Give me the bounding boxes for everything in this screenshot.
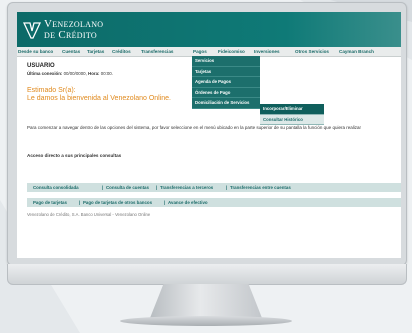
- dropdown-item-servicios[interactable]: Servicios: [192, 56, 260, 67]
- link-consulta-de-cuentas[interactable]: Consulta de cuentas: [106, 183, 149, 192]
- menu-item-cayman-branch[interactable]: Cayman Branch: [339, 49, 374, 54]
- monitor-stand: [150, 284, 262, 318]
- brand-line2: de Crédito: [44, 29, 97, 41]
- dropdown-item-ordenes-de-pago[interactable]: Órdenes de Pago: [192, 88, 260, 98]
- submenu-item-consultar-historico[interactable]: Consultar Histórico: [260, 114, 324, 125]
- menu-item-desde-su-banco[interactable]: Desde su banco: [18, 49, 53, 54]
- monitor-chin: [7, 264, 407, 285]
- menu-item-fideicomiso[interactable]: Fideicomiso: [218, 49, 245, 54]
- dropdown-item-domiciliacion[interactable]: Domiciliación de Servicios: [192, 98, 260, 109]
- separator: |: [79, 200, 81, 205]
- link-transferencias-entre-cuentas[interactable]: Transferencias entre cuentas: [230, 183, 291, 192]
- dropdown-item-tarjetas[interactable]: Tarjetas: [192, 67, 260, 77]
- link-consulta-consolidada[interactable]: Consulta consolidada: [33, 183, 79, 192]
- quick-access-title: Acceso directo a sus principales consult…: [27, 153, 122, 158]
- greeting-welcome: Le damos la bienvenida al Venezolano Onl…: [27, 95, 171, 102]
- menu-item-creditos[interactable]: Créditos: [112, 49, 131, 54]
- menu-item-otros-servicios[interactable]: Otros Servicios: [295, 49, 329, 54]
- separator: |: [226, 185, 228, 190]
- user-heading: USUARIO: [27, 63, 55, 69]
- link-avance-de-efectivo[interactable]: Avance de efectivo: [168, 198, 208, 207]
- link-transferencias-a-terceros[interactable]: Transferencias a terceros: [160, 183, 213, 192]
- screen: Venezolano de Crédito Desde su banco Cue…: [17, 12, 401, 258]
- quick-access-row-1: Consulta consolidada | Consulta de cuent…: [27, 183, 401, 192]
- separator: |: [164, 200, 166, 205]
- submenu-item-incorporar-eliminar[interactable]: Incorporar/Eliminar: [260, 104, 324, 115]
- menu-item-transferencias[interactable]: Transferencias: [141, 49, 173, 54]
- domiciliacion-submenu: Incorporar/Eliminar Consultar Histórico: [260, 104, 324, 125]
- hora-value: 00:00.: [100, 71, 113, 76]
- link-pago-tarjetas-otros-bancos[interactable]: Pago de tarjetas de otros bancos: [83, 198, 152, 207]
- menu-item-tarjetas[interactable]: Tarjetas: [87, 49, 104, 54]
- last-connection: Última conexión: 00/00/0000, Hora: 00:00…: [27, 71, 113, 76]
- last-conn-date: 00/00/0000,: [63, 71, 87, 76]
- separator: |: [102, 185, 104, 190]
- pagos-dropdown: Servicios Tarjetas Agenda de Pagos Órden…: [192, 56, 260, 109]
- page-footer: Venezolano de Crédito, S.A. Banco Univer…: [27, 212, 151, 217]
- link-pago-de-tarjetas[interactable]: Pago de tarjetas: [33, 198, 67, 207]
- monitor-base: [120, 316, 292, 326]
- site-header: Venezolano de Crédito: [17, 12, 401, 47]
- menu-item-inversiones[interactable]: Inversiones: [254, 49, 280, 54]
- brand-logo[interactable]: Venezolano de Crédito: [44, 19, 103, 41]
- separator: |: [156, 185, 158, 190]
- greeting-salutation: Estimado Sr(a):: [27, 87, 76, 94]
- quick-access-row-2: Pago de tarjetas | Pago de tarjetas de o…: [27, 198, 401, 207]
- logo-v-icon: [23, 22, 41, 39]
- hora-label: Hora:: [88, 71, 100, 76]
- intro-text: Para comenzar a navegar dentro de las op…: [27, 125, 361, 130]
- last-conn-label: Última conexión:: [27, 71, 63, 76]
- menu-item-cuentas[interactable]: Cuentas: [62, 49, 80, 54]
- dropdown-item-agenda-de-pagos[interactable]: Agenda de Pagos: [192, 77, 260, 88]
- menu-item-pagos[interactable]: Pagos: [193, 49, 207, 54]
